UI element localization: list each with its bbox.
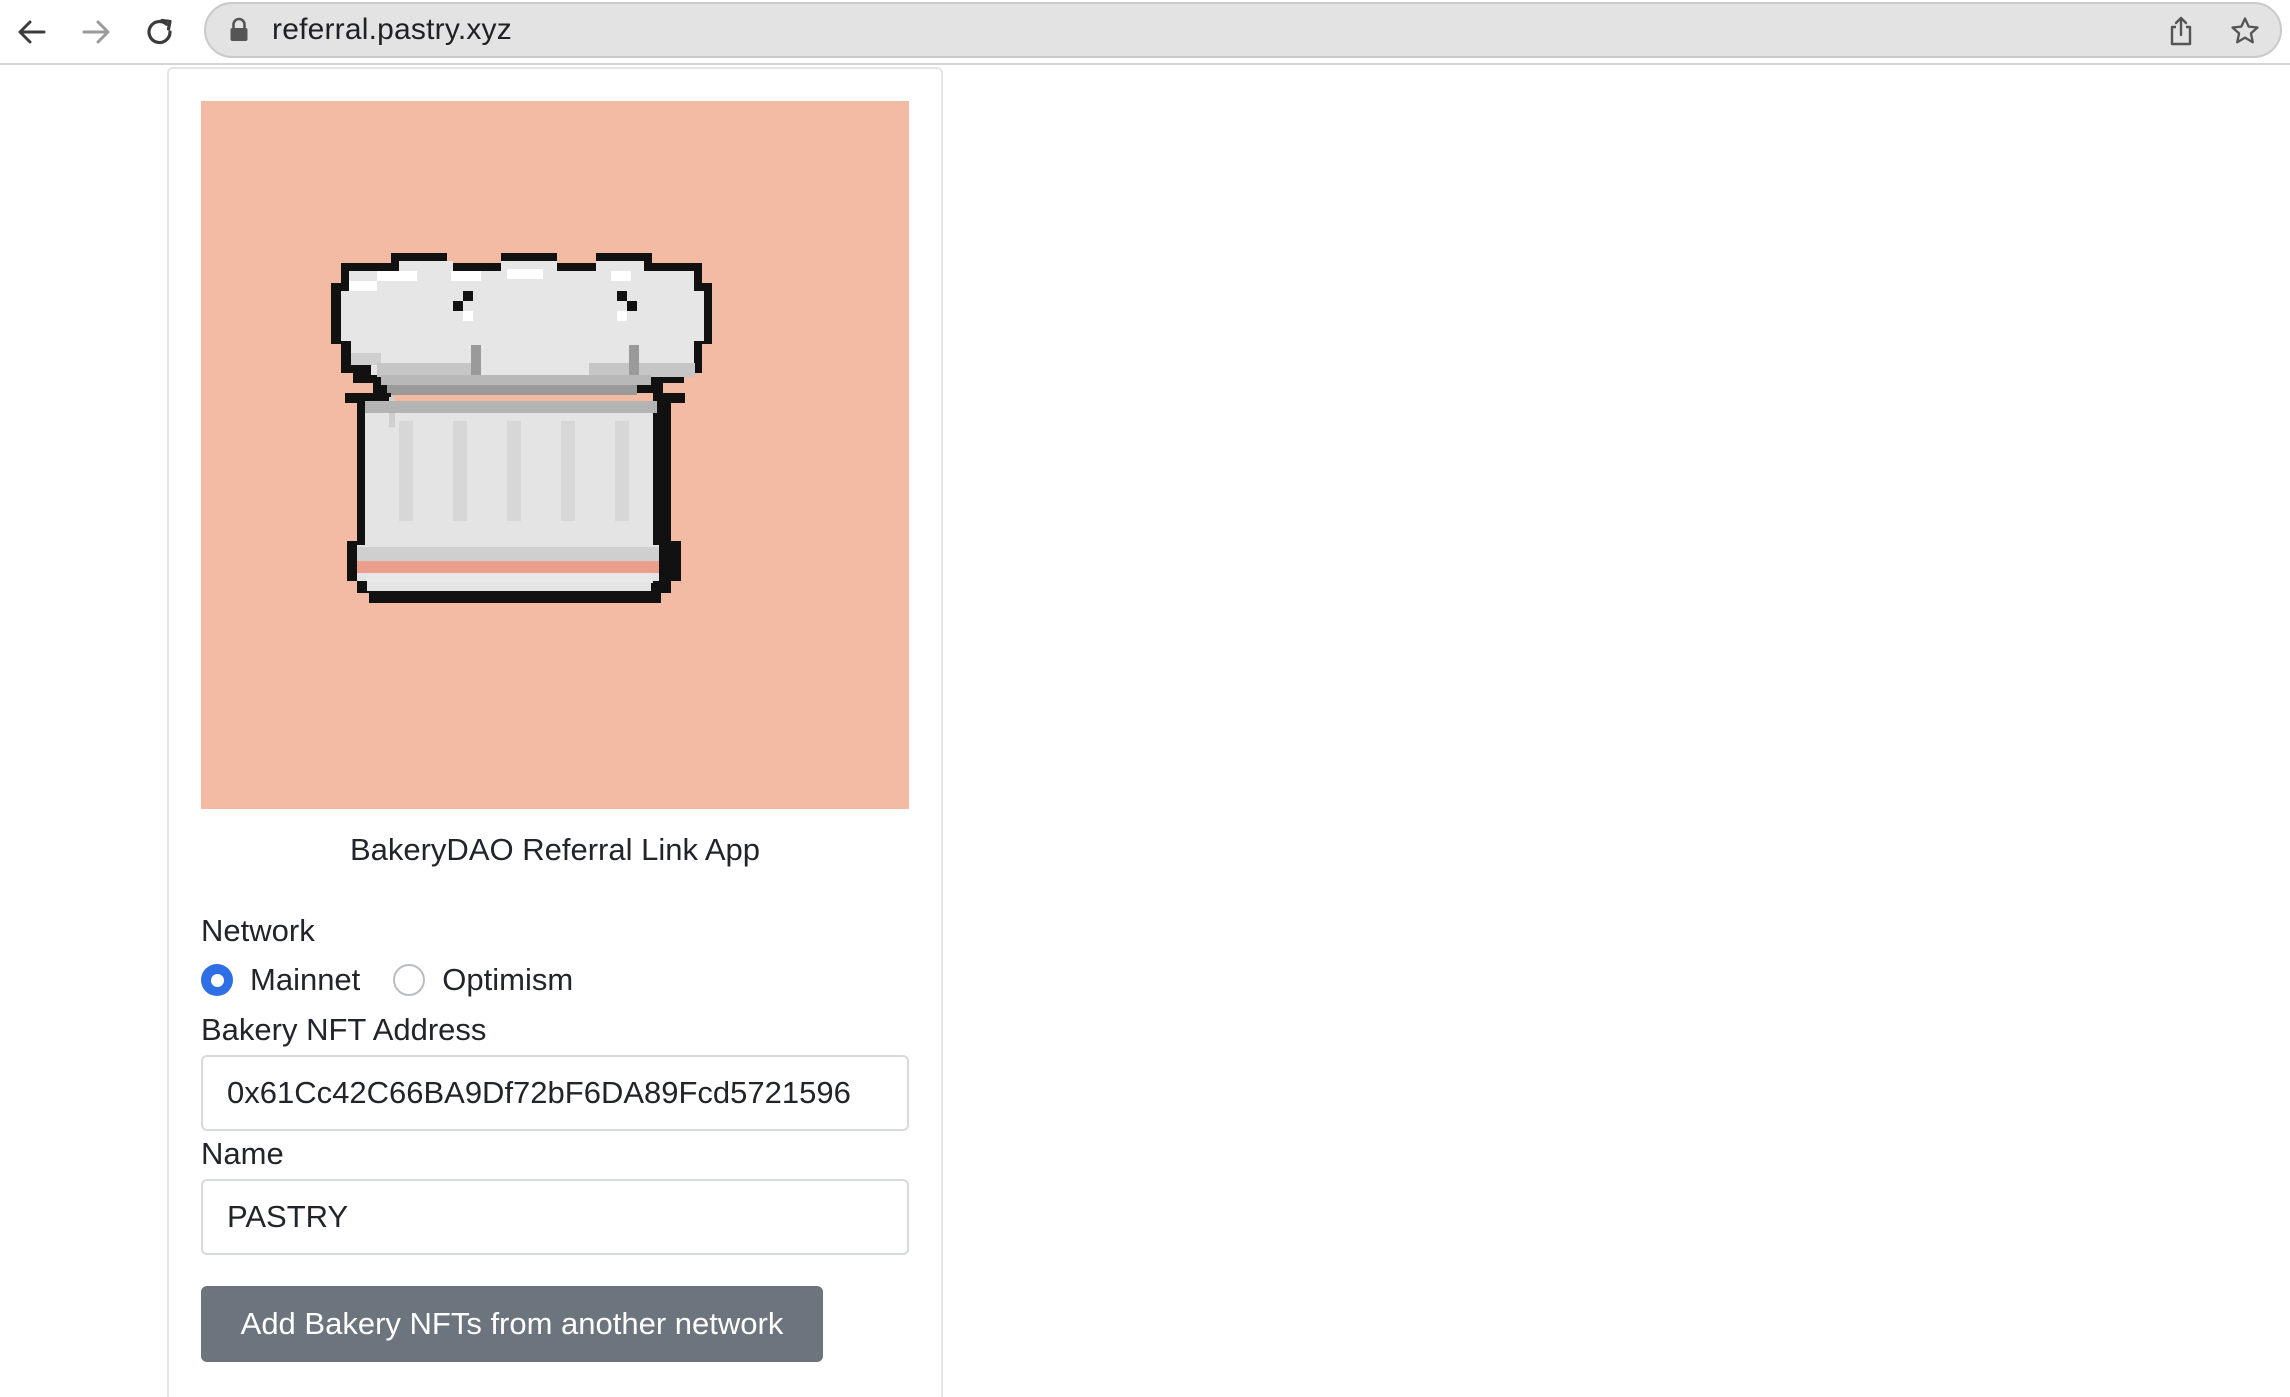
network-radio-group: Mainnet Optimism (201, 955, 573, 1005)
share-button[interactable] (2162, 12, 2200, 50)
network-label: Network (201, 913, 315, 948)
reload-button[interactable] (136, 8, 184, 56)
star-icon (2231, 17, 2259, 44)
forward-button[interactable] (72, 8, 120, 56)
app-title: BakeryDAO Referral Link App (349, 832, 761, 867)
name-label: Name (201, 1136, 284, 1171)
radio-optimism-label[interactable]: Optimism (442, 962, 573, 998)
share-icon (2170, 16, 2192, 46)
radio-mainnet[interactable] (201, 964, 233, 996)
nft-address-label: Bakery NFT Address (201, 1012, 487, 1047)
radio-optimism[interactable] (393, 964, 426, 996)
bookmark-button[interactable] (2226, 12, 2264, 50)
radio-mainnet-label[interactable]: Mainnet (250, 962, 360, 998)
browser-toolbar: referral.pastry.xyz (0, 0, 2290, 65)
lock-icon (230, 17, 248, 41)
address-bar[interactable]: referral.pastry.xyz (204, 2, 2282, 58)
add-nfts-button[interactable]: Add Bakery NFTs from another network (201, 1286, 823, 1362)
chef-hat-image (201, 101, 909, 809)
nft-address-input[interactable] (201, 1055, 909, 1131)
reload-icon (147, 18, 172, 45)
address-url[interactable]: referral.pastry.xyz (272, 4, 512, 56)
name-input[interactable] (201, 1179, 909, 1255)
chef-hat-icon (331, 253, 712, 603)
back-button[interactable] (8, 8, 56, 56)
arrow-left-icon (18, 20, 46, 44)
arrow-right-icon (82, 20, 110, 44)
